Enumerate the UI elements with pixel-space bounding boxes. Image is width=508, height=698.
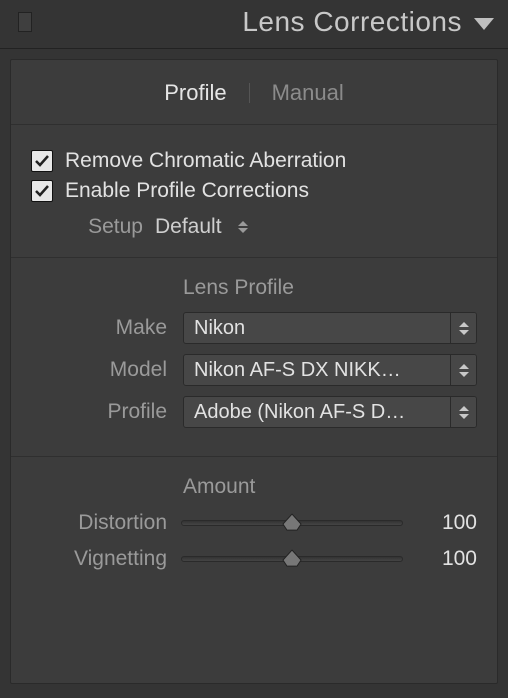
dropdown-profile[interactable]: Adobe (Nikon AF-S D… [183,396,477,428]
dropdown-make[interactable]: Nikon [183,312,477,344]
disclosure-triangle-icon[interactable] [474,18,494,30]
dropdown-model[interactable]: Nikon AF-S DX NIKK… [183,354,477,386]
panel-title: Lens Corrections [242,6,462,38]
label-enable-profile: Enable Profile Corrections [65,179,309,203]
stepper-icon [450,355,476,385]
section-lens-profile: Lens Profile Make Nikon Model Nikon AF-S… [11,258,497,457]
stepper-icon [450,397,476,427]
panel-header: Lens Corrections [0,0,508,49]
dropdown-model-value: Nikon AF-S DX NIKK… [194,359,466,382]
slider-distortion[interactable] [181,520,403,526]
check-icon [34,183,50,199]
slider-vignetting[interactable] [181,556,403,562]
label-profile: Profile [31,400,167,424]
label-model: Model [31,358,167,382]
label-remove-ca: Remove Chromatic Aberration [65,149,346,173]
tab-manual[interactable]: Manual [272,80,344,106]
label-make: Make [31,316,167,340]
check-icon [34,153,50,169]
label-distortion: Distortion [31,511,167,535]
checkbox-enable-profile[interactable] [31,180,53,202]
row-distortion: Distortion 100 [31,511,477,535]
tabs: Profile Manual [11,60,497,125]
slider-thumb-icon [282,549,302,567]
row-make: Make Nikon [31,312,477,344]
section-amount: Amount Distortion 100 Vignetting 100 [11,457,497,683]
heading-lens-profile: Lens Profile [183,276,477,300]
row-vignetting: Vignetting 100 [31,547,477,571]
row-setup: Setup Default [71,215,477,239]
tab-separator [249,83,250,103]
setup-stepper-icon[interactable] [238,221,248,233]
row-enable-profile: Enable Profile Corrections [31,179,477,203]
value-vignetting[interactable]: 100 [417,547,477,571]
row-model: Model Nikon AF-S DX NIKK… [31,354,477,386]
row-profile: Profile Adobe (Nikon AF-S D… [31,396,477,428]
section-checks: Remove Chromatic Aberration Enable Profi… [11,125,497,258]
heading-amount: Amount [183,475,477,499]
slider-thumb-icon [282,513,302,531]
dropdown-profile-value: Adobe (Nikon AF-S D… [194,401,466,424]
value-distortion[interactable]: 100 [417,511,477,535]
panel-toggle-swatch[interactable] [18,12,32,32]
setup-value[interactable]: Default [155,215,222,239]
label-setup: Setup [71,215,143,239]
checkbox-remove-ca[interactable] [31,150,53,172]
label-vignetting: Vignetting [31,547,167,571]
tab-profile[interactable]: Profile [164,80,226,106]
row-remove-ca: Remove Chromatic Aberration [31,149,477,173]
dropdown-make-value: Nikon [194,317,466,340]
panel-body: Profile Manual Remove Chromatic Aberrati… [10,59,498,684]
stepper-icon [450,313,476,343]
